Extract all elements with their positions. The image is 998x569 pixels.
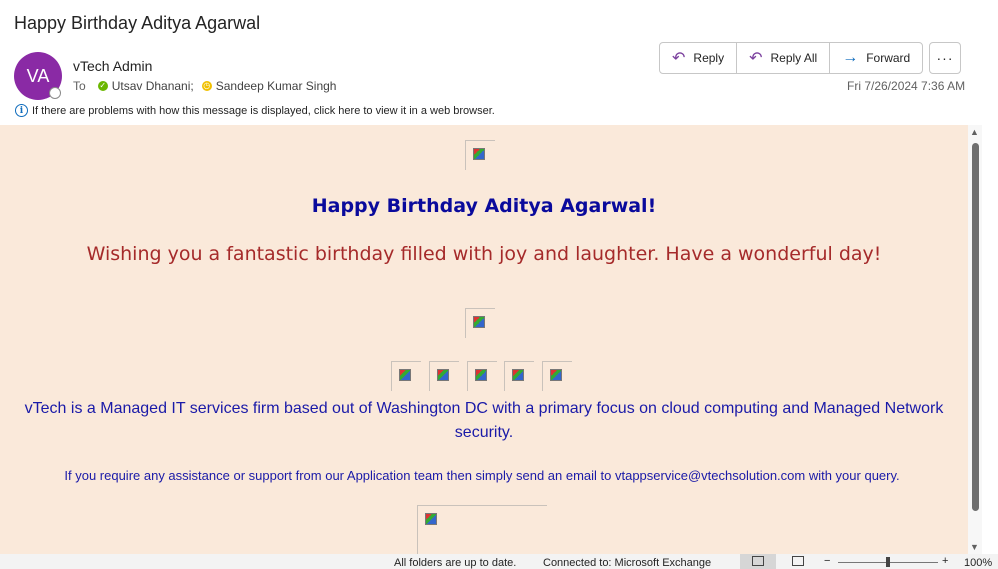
zoom-level[interactable]: 100% bbox=[964, 557, 992, 569]
message-body: Happy Birthday Aditya Agarwal! Wishing y… bbox=[0, 125, 968, 554]
birthday-wish: Wishing you a fantastic birthday filled … bbox=[86, 243, 882, 265]
email-subject: Happy Birthday Aditya Agarwal bbox=[14, 13, 261, 33]
normal-view-button[interactable] bbox=[740, 554, 776, 569]
birthday-heading: Happy Birthday Aditya Agarwal! bbox=[311, 195, 657, 217]
zoom-out-button[interactable]: − bbox=[824, 555, 830, 567]
response-buttons: ↶ Reply ↶ Reply All → Forward bbox=[659, 42, 924, 74]
forward-icon: → bbox=[842, 49, 859, 66]
social-image-icon[interactable] bbox=[542, 361, 572, 391]
broken-image-icon bbox=[465, 308, 495, 338]
social-image-icon[interactable] bbox=[504, 361, 534, 391]
support-note: If you require any assistance or support… bbox=[64, 468, 900, 483]
zoom-in-button[interactable]: + bbox=[942, 555, 948, 567]
scroll-up-icon[interactable]: ▲ bbox=[970, 127, 979, 137]
away-status-icon: ◷ bbox=[201, 81, 212, 91]
reply-all-icon: ↶ bbox=[749, 50, 763, 67]
info-icon: i bbox=[15, 104, 28, 117]
reply-button[interactable]: ↶ Reply bbox=[660, 43, 738, 73]
sync-status: All folders are up to date. bbox=[394, 557, 517, 569]
reading-view-icon[interactable] bbox=[792, 556, 804, 566]
more-actions-button[interactable]: ··· bbox=[929, 42, 961, 74]
scroll-thumb[interactable] bbox=[972, 143, 979, 511]
more-icon: ··· bbox=[936, 50, 954, 66]
recipient-2[interactable]: Sandeep Kumar Singh bbox=[216, 79, 337, 93]
received-date: Fri 7/26/2024 7:36 AM bbox=[847, 79, 966, 93]
status-bar: All folders are up to date. Connected to… bbox=[0, 554, 998, 569]
reply-label: Reply bbox=[693, 51, 725, 65]
social-image-icon[interactable] bbox=[429, 361, 459, 391]
forward-label: Forward bbox=[866, 51, 911, 65]
broken-image-icon bbox=[417, 505, 547, 554]
social-image-icon[interactable] bbox=[391, 361, 421, 391]
avatar-initials: VA bbox=[26, 65, 50, 86]
info-notice[interactable]: If there are problems with how this mess… bbox=[32, 105, 495, 117]
info-bar[interactable]: i If there are problems with how this me… bbox=[15, 104, 495, 117]
zoom-slider-handle[interactable] bbox=[886, 557, 890, 567]
presence-status-icon bbox=[49, 87, 61, 99]
company-description: vTech is a Managed IT services firm base… bbox=[24, 400, 944, 441]
to-label: To bbox=[73, 79, 86, 93]
forward-button[interactable]: → Forward bbox=[830, 43, 922, 73]
normal-view-icon bbox=[752, 556, 764, 566]
broken-image-icon bbox=[465, 140, 495, 170]
scroll-down-icon[interactable]: ▼ bbox=[970, 542, 979, 552]
reply-all-label: Reply All bbox=[770, 51, 818, 65]
recipients-row: To ✓ Utsav Dhanani; ◷ Sandeep Kumar Sing… bbox=[73, 79, 336, 93]
recipient-1[interactable]: Utsav Dhanani; bbox=[112, 79, 194, 93]
sender-name[interactable]: vTech Admin bbox=[73, 58, 152, 74]
reply-all-button[interactable]: ↶ Reply All bbox=[737, 43, 831, 73]
vertical-scrollbar[interactable]: ▲ ▼ bbox=[968, 125, 982, 554]
reply-icon: ↶ bbox=[672, 50, 686, 67]
available-status-icon: ✓ bbox=[97, 81, 108, 91]
social-image-icon[interactable] bbox=[467, 361, 497, 391]
connection-status: Connected to: Microsoft Exchange bbox=[543, 557, 712, 569]
